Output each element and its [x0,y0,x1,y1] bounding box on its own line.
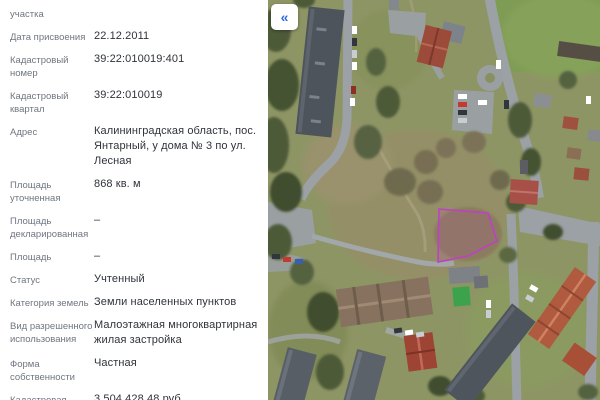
info-value: Учтенный [94,272,260,287]
info-row: Кадастровая стоимость 3 504 428,48 руб. [10,392,260,400]
info-row: Статус Учтенный [10,272,260,287]
info-value: 3 504 428,48 руб. [94,392,260,400]
info-row: Категория земель Земли населенных пункто… [10,295,260,310]
info-row: Вид разрешенного использования Малоэтажн… [10,318,260,348]
info-row: Площадь уточненная 868 кв. м [10,177,260,205]
map-viewport[interactable]: « [268,0,600,400]
info-label: Адрес [10,124,94,139]
info-value: – [94,213,260,228]
info-row: Площадь – [10,249,260,264]
info-label: Форма собственности [10,356,94,384]
info-label: участка [10,6,94,21]
cadastral-app: участка Дата присвоения 22.12.2011 Кадас… [0,0,600,400]
info-label: Площадь уточненная [10,177,94,205]
info-value: Земли населенных пунктов [94,295,260,310]
parcel-info-panel: участка Дата присвоения 22.12.2011 Кадас… [0,0,268,400]
info-value: – [94,249,260,264]
collapse-panel-button[interactable]: « [271,4,298,30]
info-row: Форма собственности Частная [10,356,260,384]
info-row: участка [10,6,260,21]
chevron-double-left-icon: « [281,9,289,25]
info-row: Кадастровый квартал 39:22:010019 [10,88,260,116]
satellite-imagery[interactable] [268,0,600,400]
info-label: Категория земель [10,295,94,310]
info-value: Малоэтажная многоквартирная жилая застро… [94,318,260,348]
info-label: Площадь декларированная [10,213,94,241]
info-value: 22.12.2011 [94,29,260,44]
info-value: 868 кв. м [94,177,260,192]
info-row: Кадастровый номер 39:22:010019:401 [10,52,260,80]
info-label: Площадь [10,249,94,264]
info-label: Статус [10,272,94,287]
info-label: Кадастровая стоимость [10,392,94,400]
info-label: Вид разрешенного использования [10,318,94,346]
info-value: Частная [94,356,260,371]
info-row: Площадь декларированная – [10,213,260,241]
info-label: Дата присвоения [10,29,94,44]
info-value: 39:22:010019 [94,88,260,103]
info-row: Адрес Калининградская область, пос. Янта… [10,124,260,169]
info-label: Кадастровый номер [10,52,94,80]
info-value: 39:22:010019:401 [94,52,260,67]
info-label: Кадастровый квартал [10,88,94,116]
info-row: Дата присвоения 22.12.2011 [10,29,260,44]
info-value: Калининградская область, пос. Янтарный, … [94,124,260,169]
